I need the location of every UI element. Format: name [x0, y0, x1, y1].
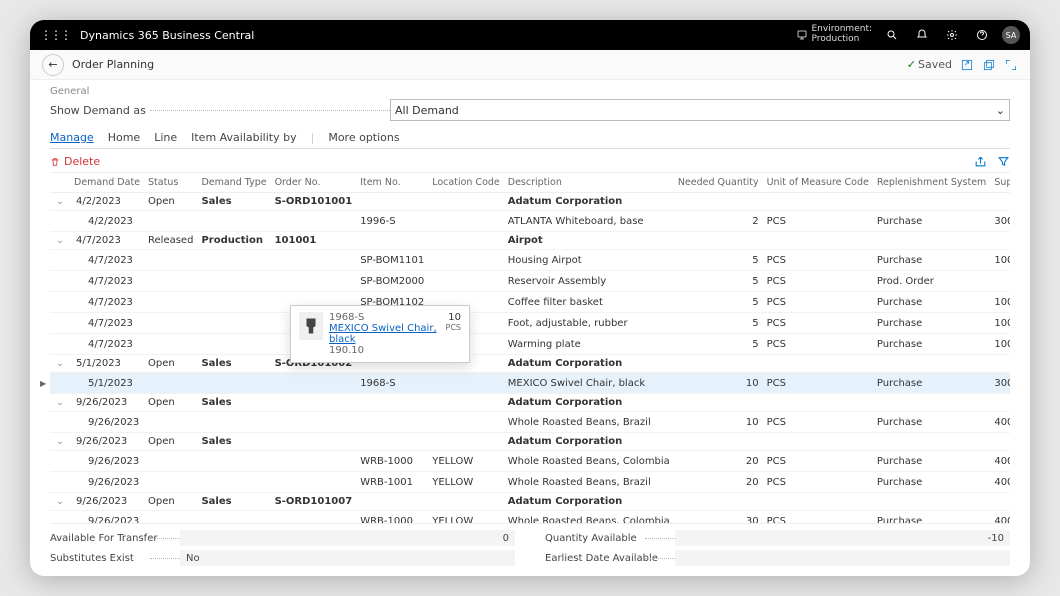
table-row[interactable]: ⌄4/7/2023ReleasedProduction101001Airpot	[50, 232, 1010, 250]
app-window: ⋮⋮⋮ Dynamics 365 Business Central Enviro…	[30, 20, 1030, 576]
chevron-down-icon: ⌄	[996, 104, 1005, 117]
app-launcher-icon[interactable]: ⋮⋮⋮	[40, 28, 70, 42]
table-row[interactable]: 4/7/2023SP-BOM1104Warming plate5PCSPurch…	[50, 334, 1010, 355]
tooltip-item-no: 1968-S	[329, 312, 440, 323]
tooltip-item-link[interactable]: MEXICO Swivel Chair, black	[329, 323, 437, 345]
filter-icon[interactable]	[997, 155, 1010, 168]
title-bar: ⋮⋮⋮ Dynamics 365 Business Central Enviro…	[30, 20, 1030, 50]
col-item-no[interactable]: Item No.	[356, 173, 428, 193]
collapse-icon[interactable]: ⌄	[54, 197, 66, 207]
qty-avail-value: -10	[675, 530, 1010, 546]
col-description[interactable]: Description	[504, 173, 674, 193]
environment-icon	[796, 29, 808, 41]
table-row[interactable]: 9/26/2023Whole Roasted Beans, Brazil10PC…	[50, 412, 1010, 433]
sub-toolbar: Delete	[50, 155, 1010, 168]
back-button[interactable]: ←	[42, 54, 64, 76]
subs-exist-value: No	[180, 550, 515, 566]
share-list-icon[interactable]	[974, 155, 987, 168]
table-row[interactable]: 9/26/2023WRB-1000YELLOWWhole Roasted Bea…	[50, 451, 1010, 472]
table-row[interactable]: ⌄9/26/2023OpenSalesAdatum Corporation	[50, 433, 1010, 451]
col-demand-date[interactable]: Demand Date	[70, 173, 144, 193]
tooltip-qty: 10	[446, 312, 462, 323]
collapse-icon[interactable]: ⌄	[54, 236, 66, 246]
show-demand-field: Show Demand as All Demand ⌄	[50, 99, 1010, 121]
avail-transfer-label: Available For Transfer	[50, 533, 180, 544]
saved-indicator: Saved	[907, 58, 952, 71]
qty-avail-label: Quantity Available	[545, 533, 675, 544]
tooltip-uom: PCS	[446, 323, 462, 332]
col-repl-system[interactable]: Replenishment System	[873, 173, 990, 193]
col-status[interactable]: Status	[144, 173, 197, 193]
notification-icon[interactable]	[912, 25, 932, 45]
collapse-icon[interactable]: ⌄	[54, 398, 66, 408]
col-uom[interactable]: Unit of Measure Code	[763, 173, 873, 193]
column-headers: Demand Date Status Demand Type Order No.…	[50, 173, 1010, 193]
show-demand-label: Show Demand as	[50, 104, 390, 117]
table-row[interactable]: ⌄4/2/2023OpenSalesS-ORD101001Adatum Corp…	[50, 193, 1010, 211]
table-row[interactable]: 4/7/2023SP-BOM1103Foot, adjustable, rubb…	[50, 313, 1010, 334]
settings-icon[interactable]	[942, 25, 962, 45]
table-row[interactable]: 4/7/2023SP-BOM1102Coffee filter basket5P…	[50, 292, 1010, 313]
page-title: Order Planning	[72, 58, 154, 71]
table-row[interactable]: 9/26/2023WRB-1001YELLOWWhole Roasted Bea…	[50, 472, 1010, 493]
table-row[interactable]: 4/7/2023SP-BOM1101Housing Airpot5PCSPurc…	[50, 250, 1010, 271]
search-icon[interactable]	[882, 25, 902, 45]
avail-transfer-value: 0	[180, 530, 515, 546]
app-brand: Dynamics 365 Business Central	[80, 29, 254, 42]
planning-grid[interactable]: Demand Date Status Demand Type Order No.…	[50, 172, 1010, 523]
summary-footer: Available For Transfer 0 Quantity Availa…	[50, 523, 1010, 566]
earliest-date-label: Earliest Date Available	[545, 553, 675, 564]
tab-item-availability[interactable]: Item Availability by	[191, 131, 296, 144]
help-icon[interactable]	[972, 25, 992, 45]
page-header: ← Order Planning Saved	[30, 50, 1030, 80]
delete-button[interactable]: Delete	[50, 155, 100, 168]
collapse-icon[interactable]: ⌄	[54, 359, 66, 369]
trash-icon	[50, 157, 60, 167]
tab-more-options[interactable]: More options	[328, 131, 399, 144]
item-thumbnail	[299, 312, 323, 340]
environment-badge[interactable]: Environment: Production	[796, 25, 873, 45]
table-row[interactable]: 9/26/2023WRB-1000YELLOWWhole Roasted Bea…	[50, 511, 1010, 524]
tab-home[interactable]: Home	[108, 131, 140, 144]
collapse-icon[interactable]: ⌄	[54, 437, 66, 447]
col-location[interactable]: Location Code	[428, 173, 504, 193]
collapse-icon[interactable]: ⌄	[54, 497, 66, 507]
col-demand-type[interactable]: Demand Type	[197, 173, 270, 193]
tooltip-price: 190.10	[329, 345, 440, 356]
tab-manage[interactable]: Manage	[50, 131, 94, 144]
earliest-date-value	[675, 550, 1010, 566]
show-demand-dropdown[interactable]: All Demand ⌄	[390, 99, 1010, 121]
table-row[interactable]: 5/1/20231968-SMEXICO Swivel Chair, black…	[50, 373, 1010, 394]
page-content: General Show Demand as All Demand ⌄ Mana…	[30, 80, 1030, 576]
share-icon[interactable]	[960, 58, 974, 72]
table-row[interactable]: ⌄9/26/2023OpenSalesAdatum Corporation	[50, 394, 1010, 412]
table-row[interactable]: 4/2/20231996-SATLANTA Whiteboard, base2P…	[50, 211, 1010, 232]
expand-icon[interactable]	[1004, 58, 1018, 72]
subs-exist-label: Substitutes Exist	[50, 553, 180, 564]
table-row[interactable]: ⌄9/26/2023OpenSalesS-ORD101007Adatum Cor…	[50, 493, 1010, 511]
col-supply-from[interactable]: Supply From	[990, 173, 1010, 193]
col-order-no[interactable]: Order No.	[271, 173, 357, 193]
new-window-icon[interactable]	[982, 58, 996, 72]
tab-line[interactable]: Line	[154, 131, 177, 144]
action-tabs: Manage Home Line Item Availability by | …	[50, 131, 1010, 149]
general-section-label: General	[50, 86, 1010, 97]
table-row[interactable]: ⌄5/1/2023OpenSalesS-ORD101002Adatum Corp…	[50, 355, 1010, 373]
col-needed-qty[interactable]: Needed Quantity	[674, 173, 763, 193]
table-row[interactable]: 4/7/2023SP-BOM2000Reservoir Assembly5PCS…	[50, 271, 1010, 292]
item-preview-tooltip: 1968-S MEXICO Swivel Chair, black 190.10…	[290, 305, 470, 363]
avatar[interactable]: SA	[1002, 26, 1020, 44]
